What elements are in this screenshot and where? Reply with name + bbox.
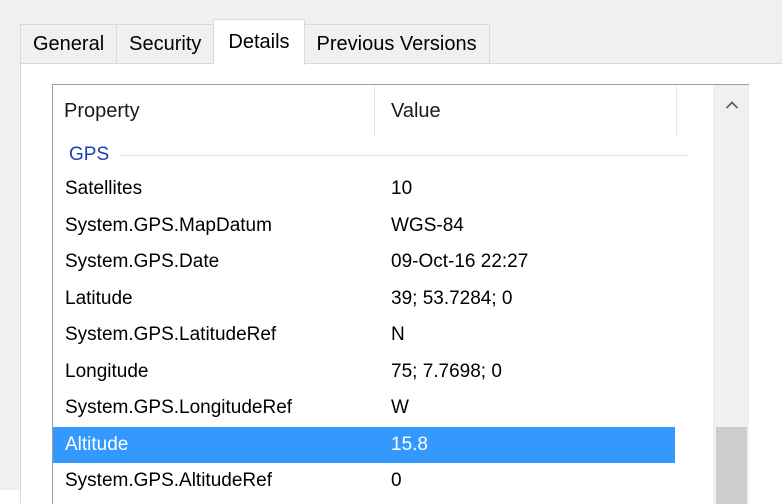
tab-details[interactable]: Details <box>213 19 305 65</box>
row-value: 0 <box>391 470 402 492</box>
group-label: GPS <box>69 144 110 165</box>
row-property: System.GPS.LongitudeRef <box>65 397 293 419</box>
chevron-up-icon <box>725 101 738 109</box>
list-row-gps-date[interactable]: System.GPS.Date 09-Oct-16 22:27 <box>53 244 675 281</box>
group-header-gps[interactable]: GPS <box>69 141 689 169</box>
list-row-altitude-ref[interactable]: System.GPS.AltitudeRef 0 <box>53 463 675 500</box>
tab-security[interactable]: Security <box>116 24 215 64</box>
tab-previous-versions[interactable]: Previous Versions <box>303 24 490 64</box>
row-value: WGS-84 <box>391 214 464 236</box>
row-value: W <box>391 397 409 419</box>
tab-general[interactable]: General <box>20 24 118 64</box>
column-header-property[interactable]: Property <box>53 85 375 137</box>
row-property: Satellites <box>65 178 143 200</box>
list-row-map-datum[interactable]: System.GPS.MapDatum WGS-84 <box>53 208 675 245</box>
row-property: Longitude <box>65 360 149 382</box>
list-row-longitude[interactable]: Longitude 75; 7.7698; 0 <box>53 354 675 391</box>
tab-strip: General Security Details Previous Versio… <box>20 19 490 65</box>
row-property: System.GPS.MapDatum <box>65 214 272 236</box>
scroll-thumb[interactable] <box>716 427 747 504</box>
list-row-longitude-ref[interactable]: System.GPS.LongitudeRef W <box>53 390 675 427</box>
list-rows: Satellites 10 System.GPS.MapDatum WGS-84… <box>53 171 675 500</box>
row-property: Latitude <box>65 287 133 309</box>
column-header-value[interactable]: Value <box>375 85 677 137</box>
list-row-latitude-ref[interactable]: System.GPS.LatitudeRef N <box>53 317 675 354</box>
list-row-latitude[interactable]: Latitude 39; 53.7284; 0 <box>53 281 675 318</box>
row-property: System.GPS.Date <box>65 251 220 273</box>
property-list[interactable]: Property Value GPS Satellites 10 System.… <box>52 84 749 504</box>
vertical-scrollbar[interactable] <box>713 85 749 504</box>
row-value: 09-Oct-16 22:27 <box>391 251 529 273</box>
row-value: 15.8 <box>391 433 428 455</box>
list-header: Property Value <box>53 85 713 137</box>
row-property: System.GPS.LatitudeRef <box>65 324 277 346</box>
row-property: Altitude <box>65 433 129 455</box>
properties-dialog: General Security Details Previous Versio… <box>0 0 782 504</box>
row-value: N <box>391 324 405 346</box>
row-value: 10 <box>391 178 413 200</box>
row-property: System.GPS.AltitudeRef <box>65 470 272 492</box>
row-value: 39; 53.7284; 0 <box>391 287 513 309</box>
group-divider <box>119 154 689 156</box>
list-row-satellites[interactable]: Satellites 10 <box>53 171 675 208</box>
list-row-altitude[interactable]: Altitude 15.8 <box>53 426 675 463</box>
scroll-up-button[interactable] <box>713 85 749 125</box>
row-value: 75; 7.7698; 0 <box>391 360 502 382</box>
